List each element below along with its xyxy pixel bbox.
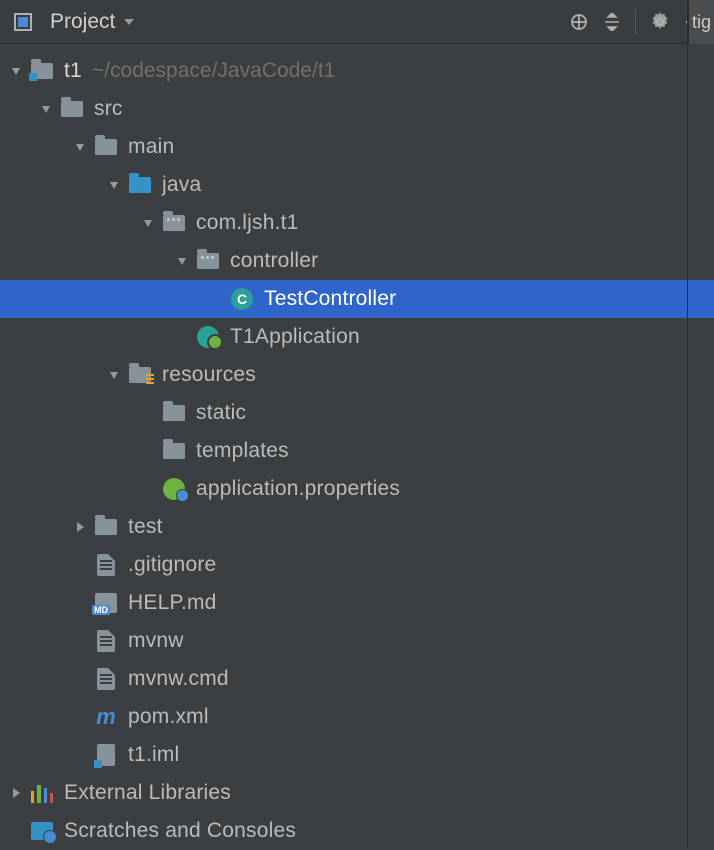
tree-node-resources[interactable]: resources: [0, 356, 714, 394]
node-label: pom.xml: [128, 705, 209, 729]
node-label: controller: [230, 249, 318, 273]
resources-folder-icon: [128, 363, 152, 387]
tree-node-external-libraries[interactable]: External Libraries: [0, 774, 714, 812]
node-label: com.ljsh.t1: [196, 211, 299, 235]
chevron-down-icon[interactable]: [138, 213, 158, 233]
folder-icon: [94, 515, 118, 539]
expand-collapse-icon[interactable]: [603, 13, 621, 31]
java-class-icon: C: [230, 287, 254, 311]
node-label: T1Application: [230, 325, 360, 349]
chevron-down-icon[interactable]: [172, 251, 192, 271]
chevron-right-icon[interactable]: [6, 783, 26, 803]
tree-node-scratches[interactable]: Scratches and Consoles: [0, 812, 714, 850]
node-label: application.properties: [196, 477, 400, 501]
select-opened-file-icon[interactable]: [569, 12, 589, 32]
project-path-label: ~/codespace/JavaCode/t1: [92, 59, 335, 83]
tree-node-src[interactable]: src: [0, 90, 714, 128]
project-view-title[interactable]: Project: [50, 10, 115, 34]
chevron-down-icon[interactable]: [70, 137, 90, 157]
node-label: templates: [196, 439, 289, 463]
chevron-down-icon[interactable]: [104, 365, 124, 385]
folder-icon: [162, 439, 186, 463]
project-window-icon: [12, 11, 34, 33]
tree-node-gitignore[interactable]: .gitignore: [0, 546, 714, 584]
tree-node-mvnw[interactable]: mvnw: [0, 622, 714, 660]
node-label: static: [196, 401, 246, 425]
tree-node-package[interactable]: com.ljsh.t1: [0, 204, 714, 242]
tree-node-project-root[interactable]: t1 ~/codespace/JavaCode/t1: [0, 52, 714, 90]
tree-node-app-class[interactable]: T1Application: [0, 318, 714, 356]
tree-node-static[interactable]: static: [0, 394, 714, 432]
node-label: HELP.md: [128, 591, 217, 615]
chevron-down-icon[interactable]: [6, 61, 26, 81]
tree-node-test-controller[interactable]: C TestController: [0, 280, 714, 318]
project-view-dropdown-icon[interactable]: [123, 11, 135, 33]
chevron-down-icon[interactable]: [36, 99, 56, 119]
panel-border: [687, 0, 688, 848]
node-label: .gitignore: [128, 553, 216, 577]
package-icon: [162, 211, 186, 235]
text-file-icon: [94, 629, 118, 653]
tree-node-mvnw-cmd[interactable]: mvnw.cmd: [0, 660, 714, 698]
folder-icon: [162, 401, 186, 425]
tree-node-main[interactable]: main: [0, 128, 714, 166]
text-file-icon: [94, 553, 118, 577]
project-toolbar: Project: [0, 0, 714, 44]
node-label: java: [162, 173, 201, 197]
toolbar-divider: [635, 9, 636, 35]
node-label: mvnw.cmd: [128, 667, 229, 691]
project-tree: t1 ~/codespace/JavaCode/t1 src main java…: [0, 44, 714, 850]
tree-node-pom[interactable]: m pom.xml: [0, 698, 714, 736]
node-label: resources: [162, 363, 256, 387]
node-label: mvnw: [128, 629, 184, 653]
partial-tab-text: tig: [688, 0, 714, 44]
folder-icon: [94, 135, 118, 159]
tree-node-controller[interactable]: controller: [0, 242, 714, 280]
folder-icon: [60, 97, 84, 121]
tree-node-test[interactable]: test: [0, 508, 714, 546]
markdown-file-icon: [94, 591, 118, 615]
tree-node-java[interactable]: java: [0, 166, 714, 204]
node-label: main: [128, 135, 174, 159]
spring-config-icon: [162, 477, 186, 501]
package-icon: [196, 249, 220, 273]
source-folder-icon: [128, 173, 152, 197]
chevron-down-icon[interactable]: [104, 175, 124, 195]
node-label: External Libraries: [64, 781, 231, 805]
node-label: test: [128, 515, 163, 539]
node-label: Scratches and Consoles: [64, 819, 296, 843]
text-file-icon: [94, 667, 118, 691]
iml-file-icon: [94, 743, 118, 767]
node-label: src: [94, 97, 123, 121]
scratches-icon: [30, 819, 54, 843]
libraries-icon: [30, 781, 54, 805]
tree-node-app-properties[interactable]: application.properties: [0, 470, 714, 508]
project-name-label: t1: [64, 59, 82, 83]
chevron-right-icon[interactable]: [70, 517, 90, 537]
tree-node-templates[interactable]: templates: [0, 432, 714, 470]
tree-node-iml[interactable]: t1.iml: [0, 736, 714, 774]
module-folder-icon: [30, 59, 54, 83]
tree-node-help-md[interactable]: HELP.md: [0, 584, 714, 622]
spring-boot-class-icon: [196, 325, 220, 349]
node-label: TestController: [264, 287, 396, 311]
settings-gear-icon[interactable]: [650, 12, 670, 32]
maven-file-icon: m: [94, 705, 118, 729]
node-label: t1.iml: [128, 743, 179, 767]
